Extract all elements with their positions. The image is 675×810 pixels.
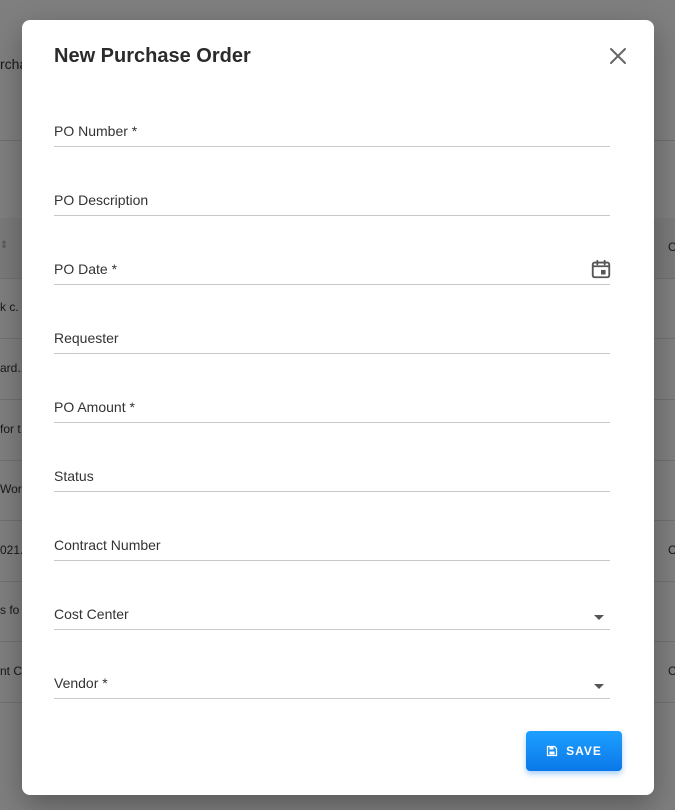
- po-number-label: PO Number *: [54, 123, 138, 139]
- save-icon: [546, 745, 558, 757]
- save-button[interactable]: SAVE: [526, 731, 622, 771]
- po-date-label: PO Date *: [54, 261, 118, 277]
- requester-field[interactable]: Requester: [54, 309, 610, 354]
- po-number-field[interactable]: PO Number *: [54, 102, 610, 147]
- po-date-field[interactable]: PO Date *: [54, 240, 612, 285]
- dropdown-arrow-icon[interactable]: [594, 684, 604, 689]
- cost-center-select[interactable]: Cost Center: [54, 585, 610, 630]
- dropdown-arrow-icon[interactable]: [594, 615, 604, 620]
- save-button-label: SAVE: [566, 744, 602, 758]
- po-description-label: PO Description: [54, 192, 149, 208]
- status-label: Status: [54, 468, 94, 484]
- po-description-field[interactable]: PO Description: [54, 171, 610, 216]
- vendor-label: Vendor *: [54, 675, 108, 691]
- dialog-title: New Purchase Order: [54, 45, 251, 67]
- new-purchase-order-dialog: New Purchase Order PO Number * PO Descri…: [22, 20, 654, 795]
- close-button[interactable]: [606, 44, 630, 68]
- status-field[interactable]: Status: [54, 447, 610, 492]
- calendar-icon[interactable]: [590, 258, 612, 280]
- close-icon: [610, 48, 626, 64]
- contract-number-field[interactable]: Contract Number: [54, 516, 610, 561]
- requester-label: Requester: [54, 330, 119, 346]
- contract-number-label: Contract Number: [54, 537, 161, 553]
- po-amount-label: PO Amount *: [54, 399, 135, 415]
- cost-center-label: Cost Center: [54, 606, 129, 622]
- po-amount-field[interactable]: PO Amount *: [54, 378, 610, 423]
- vendor-select[interactable]: Vendor *: [54, 654, 610, 699]
